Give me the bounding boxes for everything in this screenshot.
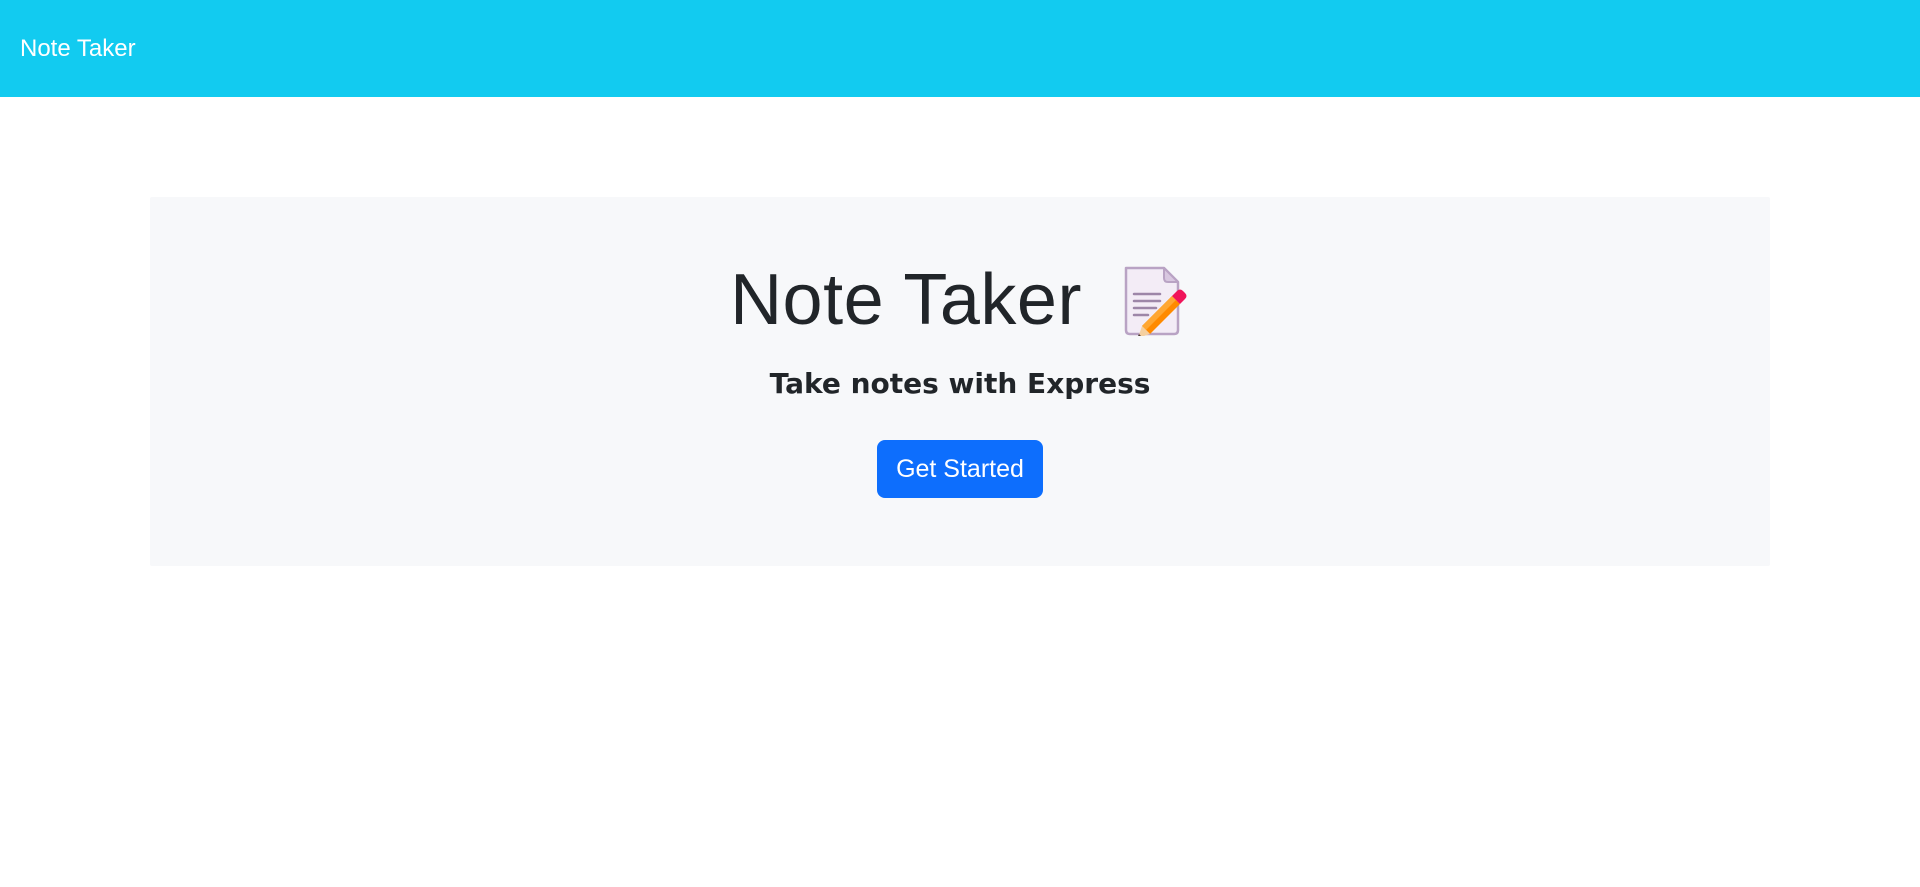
navbar: Note Taker: [0, 0, 1920, 97]
memo-icon: [1124, 266, 1187, 336]
hero-subtitle: Take notes with Express: [769, 367, 1151, 400]
page-title: Note Taker: [730, 260, 1082, 340]
get-started-button[interactable]: Get Started: [877, 440, 1043, 498]
navbar-brand-link[interactable]: Note Taker: [20, 35, 136, 63]
hero-title-row: Note Taker: [730, 258, 1190, 342]
hero-panel: Note Taker Take notes with Express Get S…: [150, 197, 1770, 566]
